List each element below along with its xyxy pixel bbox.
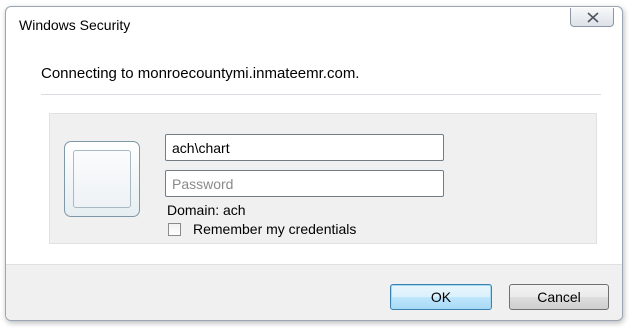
remember-credentials-row[interactable]: Remember my credentials bbox=[167, 221, 356, 237]
title-bar[interactable]: Windows Security bbox=[6, 7, 622, 41]
windows-security-dialog: Windows Security Connecting to monroecou… bbox=[5, 6, 623, 321]
remember-credentials-checkbox[interactable] bbox=[168, 222, 181, 236]
user-tile-icon bbox=[64, 141, 140, 217]
domain-label: Domain: ach bbox=[167, 202, 246, 218]
ok-button[interactable]: OK bbox=[390, 284, 492, 310]
dialog-footer: OK Cancel bbox=[6, 264, 622, 320]
user-tile-frame bbox=[73, 150, 131, 208]
password-field[interactable] bbox=[165, 170, 444, 197]
remember-credentials-label: Remember my credentials bbox=[193, 221, 357, 237]
close-x-icon bbox=[587, 12, 599, 23]
credential-panel: Domain: ach Remember my credentials bbox=[49, 113, 597, 244]
close-button[interactable] bbox=[570, 8, 614, 27]
window-title: Windows Security bbox=[19, 17, 131, 33]
separator bbox=[41, 94, 601, 95]
connection-message: Connecting to monroecountymi.inmateemr.c… bbox=[41, 65, 360, 82]
username-field[interactable] bbox=[165, 134, 444, 161]
cancel-button[interactable]: Cancel bbox=[509, 284, 609, 310]
